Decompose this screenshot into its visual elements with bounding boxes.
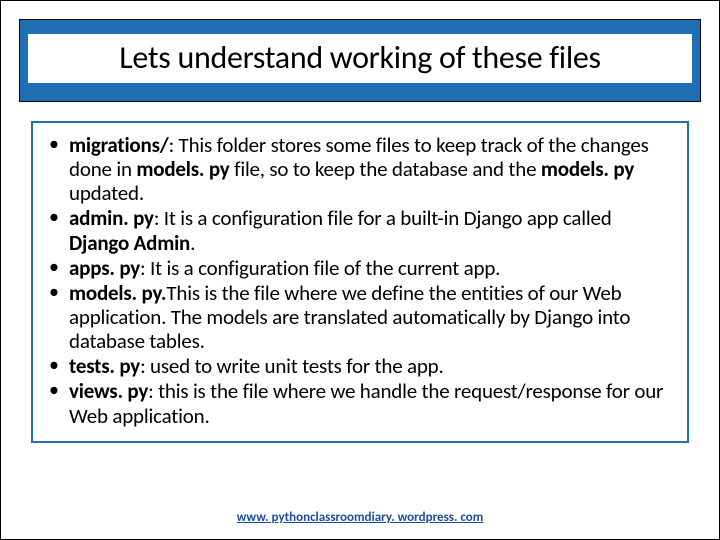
- content-box: migrations/: This folder stores some fil…: [31, 121, 689, 443]
- list-item: models. py.This is the file where we def…: [47, 281, 673, 353]
- list-item: admin. py: It is a configuration file fo…: [47, 206, 673, 254]
- slide-title: Lets understand working of these files: [28, 34, 692, 83]
- list-item: apps. py: It is a configuration file of …: [47, 256, 673, 280]
- footer-link: www. pythonclassroomdiary. wordpress. co…: [1, 510, 719, 525]
- bullet-list: migrations/: This folder stores some fil…: [47, 133, 673, 428]
- source-url[interactable]: www. pythonclassroomdiary. wordpress. co…: [237, 510, 484, 525]
- list-item: migrations/: This folder stores some fil…: [47, 133, 673, 205]
- list-item: views. py: this is the file where we han…: [47, 379, 673, 427]
- title-band: Lets understand working of these files: [19, 19, 701, 102]
- list-item: tests. py: used to write unit tests for …: [47, 354, 673, 378]
